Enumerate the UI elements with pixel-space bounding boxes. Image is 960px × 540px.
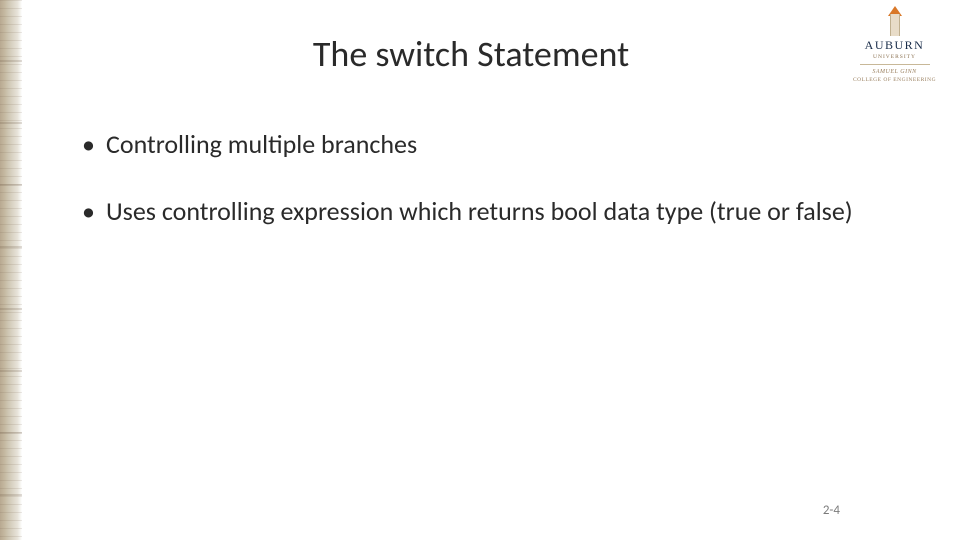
bullet-item: Uses controlling expression which return… bbox=[82, 195, 920, 228]
book-spine-edge bbox=[0, 0, 22, 540]
bullet-item: Controlling multiple branches bbox=[82, 128, 920, 161]
auburn-logo: AUBURN UNIVERSITY SAMUEL GINN COLLEGE OF… bbox=[847, 6, 942, 84]
slide-title: The switch Statement bbox=[182, 32, 760, 76]
tower-icon bbox=[886, 6, 904, 36]
bullet-list: Controlling multiple branches Uses contr… bbox=[62, 128, 920, 227]
logo-divider bbox=[860, 64, 930, 65]
slide-body: The switch Statement Controlling multipl… bbox=[22, 0, 960, 540]
logo-college: SAMUEL GINN COLLEGE OF ENGINEERING bbox=[847, 69, 942, 84]
logo-wordmark: AUBURN bbox=[847, 38, 942, 53]
page-number: 2-4 bbox=[823, 503, 840, 518]
logo-subline: UNIVERSITY bbox=[847, 54, 942, 60]
